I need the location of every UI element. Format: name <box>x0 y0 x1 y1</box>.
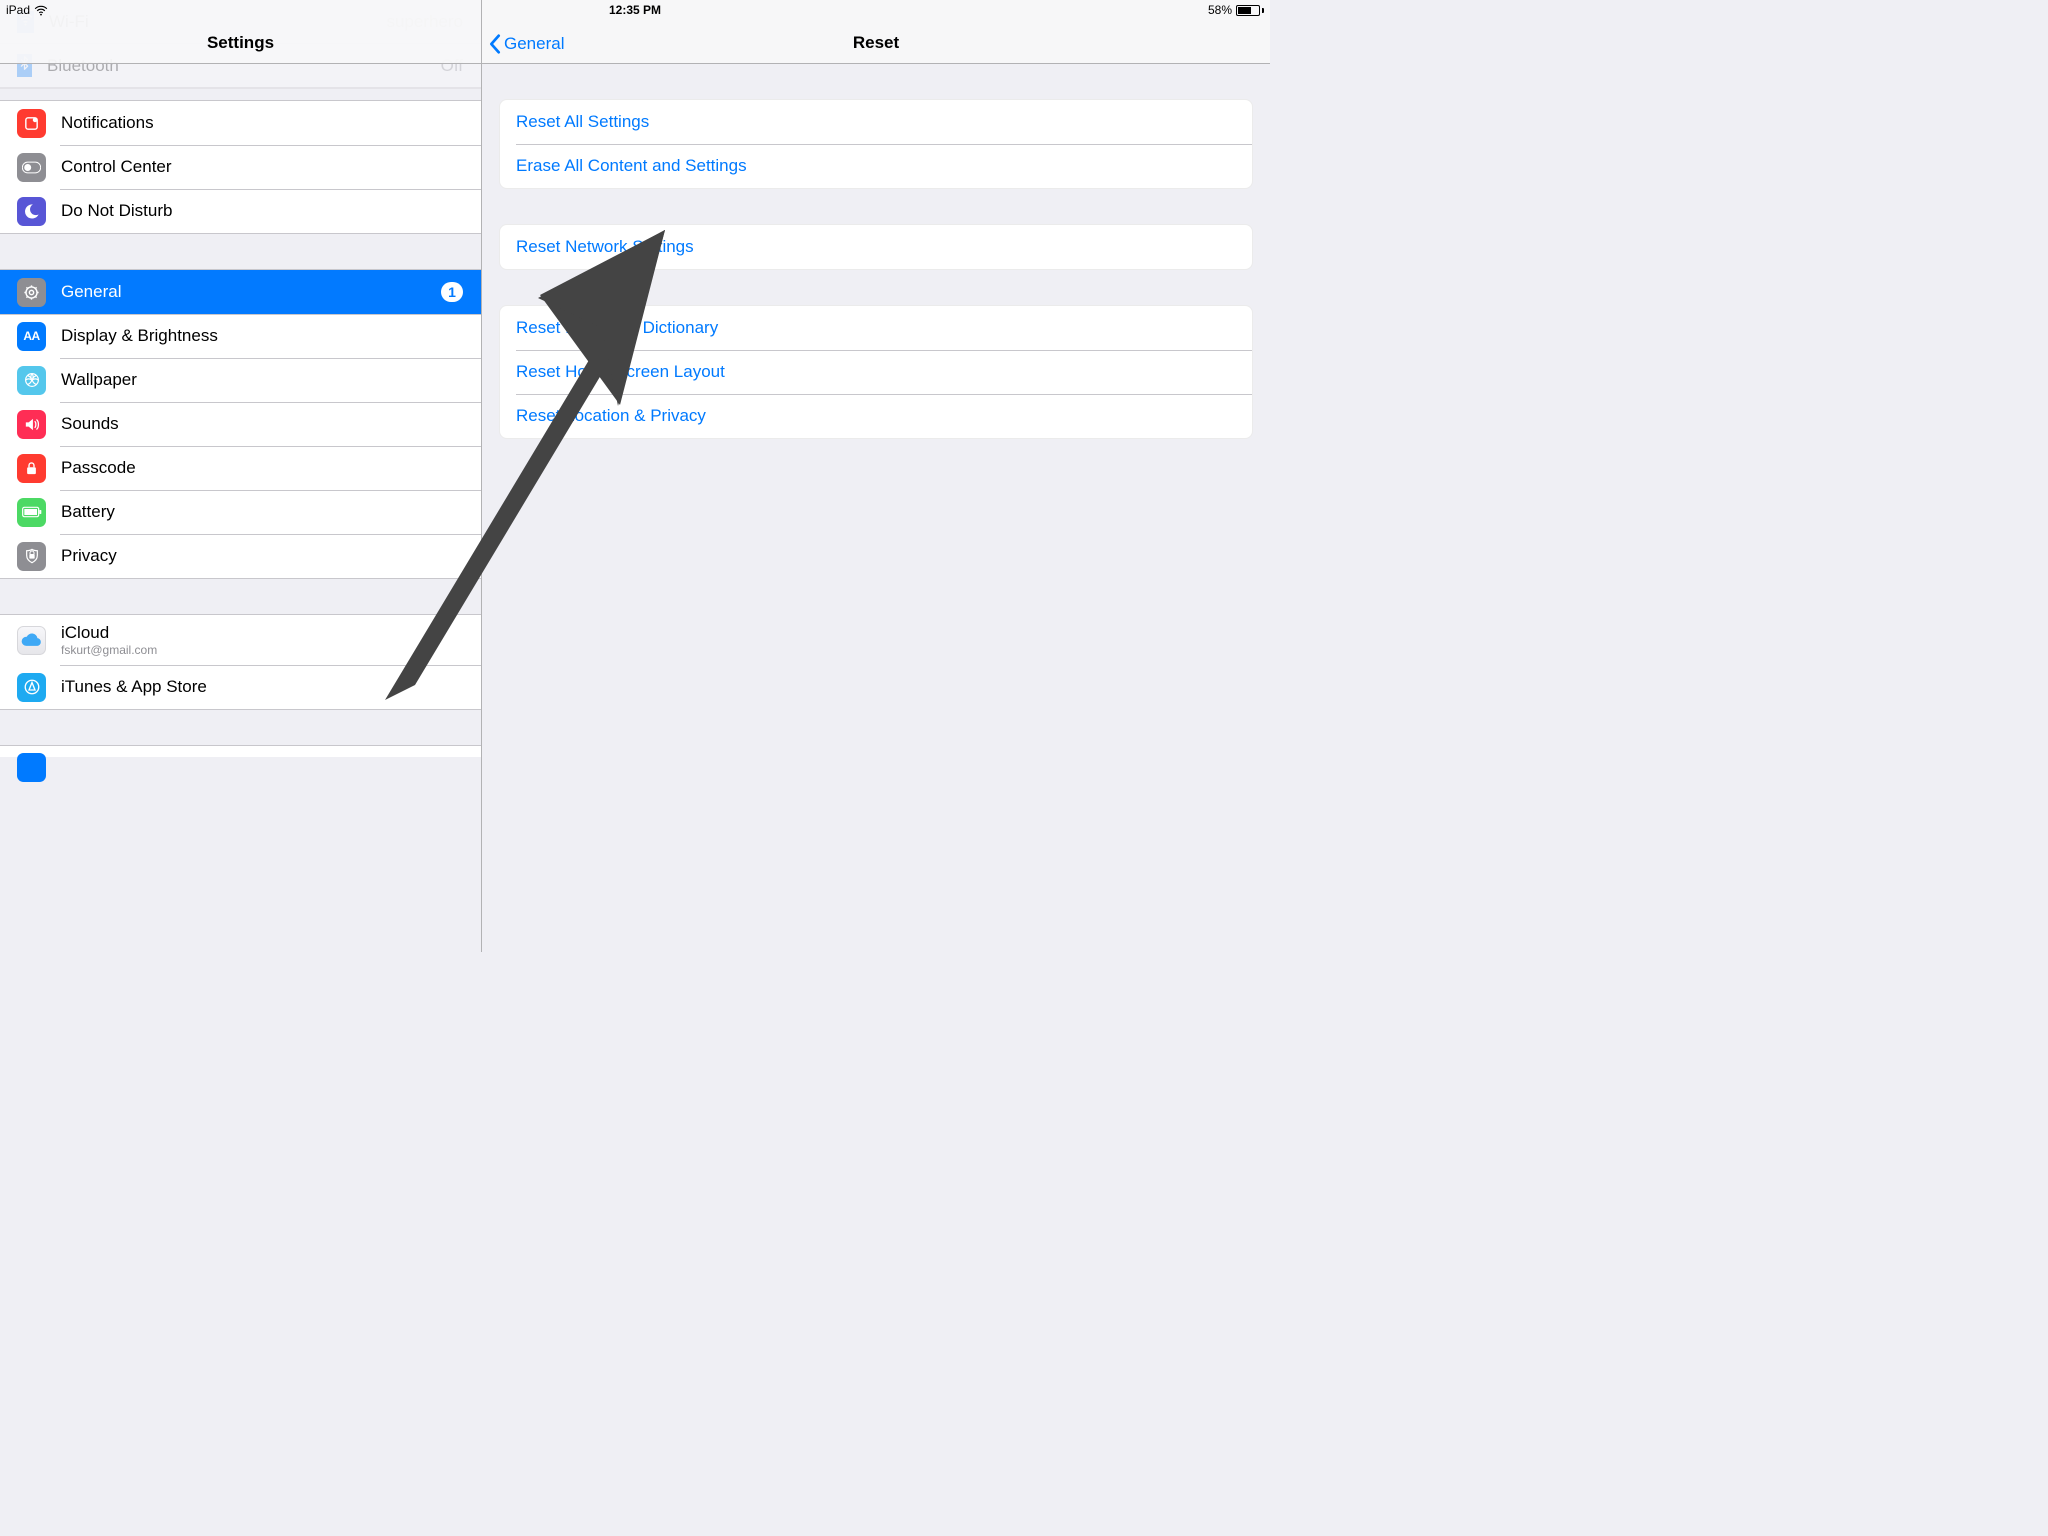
general-badge: 1 <box>441 282 463 302</box>
privacy-icon <box>17 542 46 571</box>
row-label: Reset Location & Privacy <box>516 406 706 426</box>
reset-keyboard-button[interactable]: Reset Keyboard Dictionary <box>500 306 1252 350</box>
notifications-icon <box>17 109 46 138</box>
sidebar-group-device: General 1 AA Display & Brightness Wallpa… <box>0 269 481 579</box>
battery-icon <box>1236 5 1264 16</box>
back-button[interactable]: General <box>488 33 564 55</box>
sounds-icon <box>17 410 46 439</box>
passcode-icon <box>17 454 46 483</box>
sidebar-item-wallpaper[interactable]: Wallpaper <box>0 358 481 402</box>
battery-icon <box>17 498 46 527</box>
sidebar-item-label: Control Center <box>61 157 172 177</box>
sidebar-item-label: iCloud <box>61 623 157 643</box>
sidebar-group-alerts: Notifications Control Center Do Not Dist… <box>0 100 481 234</box>
sidebar-item-label: Wallpaper <box>61 370 137 390</box>
reset-location-button[interactable]: Reset Location & Privacy <box>500 394 1252 438</box>
icloud-account-email: fskurt@gmail.com <box>61 643 157 657</box>
sidebar-group-account: iCloud fskurt@gmail.com iTunes & App Sto… <box>0 614 481 710</box>
control-center-icon <box>17 153 46 182</box>
display-icon: AA <box>17 322 46 351</box>
sidebar-item-privacy[interactable]: Privacy <box>0 534 481 578</box>
gear-icon <box>17 278 46 307</box>
sidebar-item-label: Notifications <box>61 113 154 133</box>
icloud-icon <box>17 626 46 655</box>
sidebar-item-display[interactable]: AA Display & Brightness <box>0 314 481 358</box>
sidebar-item-battery[interactable]: Battery <box>0 490 481 534</box>
row-label: Erase All Content and Settings <box>516 156 747 176</box>
sidebar-item-label: iTunes & App Store <box>61 677 207 697</box>
sidebar-item-label: General <box>61 282 121 302</box>
row-label: Reset Keyboard Dictionary <box>516 318 718 338</box>
sidebar-item-control-center[interactable]: Control Center <box>0 145 481 189</box>
detail-title: Reset <box>853 33 899 53</box>
reset-home-button[interactable]: Reset Home Screen Layout <box>500 350 1252 394</box>
erase-all-content-button[interactable]: Erase All Content and Settings <box>500 144 1252 188</box>
detail-pane: General Reset Reset All Settings Erase A… <box>482 0 1270 952</box>
sidebar-item-label: Display & Brightness <box>61 326 218 346</box>
row-label: Reset Home Screen Layout <box>516 362 725 382</box>
chevron-left-icon <box>488 33 502 55</box>
sidebar-list[interactable]: Notifications Control Center Do Not Dist… <box>0 64 481 952</box>
device-label: iPad <box>6 3 30 17</box>
row-label: Reset Network Settings <box>516 237 694 257</box>
clock: 12:35 PM <box>609 3 661 17</box>
sidebar-item-label: Do Not Disturb <box>61 201 172 221</box>
battery-percentage: 58% <box>1208 3 1232 17</box>
sidebar-title: Settings <box>207 33 274 53</box>
sidebar-item-sounds[interactable]: Sounds <box>0 402 481 446</box>
sidebar-item-label: Passcode <box>61 458 136 478</box>
dnd-icon <box>17 197 46 226</box>
app-store-icon <box>17 673 46 702</box>
reset-network-button[interactable]: Reset Network Settings <box>500 225 1252 269</box>
sidebar-item-label: Battery <box>61 502 115 522</box>
sidebar-item-notifications[interactable]: Notifications <box>0 101 481 145</box>
sidebar-item-dnd[interactable]: Do Not Disturb <box>0 189 481 233</box>
sidebar-item-label: Sounds <box>61 414 119 434</box>
reset-all-settings-button[interactable]: Reset All Settings <box>500 100 1252 144</box>
wallpaper-icon <box>17 366 46 395</box>
reset-group-1: Reset All Settings Erase All Content and… <box>499 99 1253 189</box>
sidebar-item-passcode[interactable]: Passcode <box>0 446 481 490</box>
row-label: Reset All Settings <box>516 112 649 132</box>
settings-sidebar: Wi-Fi superhero Bluetooth Off Settings <box>0 0 482 952</box>
back-label: General <box>504 34 564 54</box>
sidebar-item-itunes[interactable]: iTunes & App Store <box>0 665 481 709</box>
reset-group-3: Reset Keyboard Dictionary Reset Home Scr… <box>499 305 1253 439</box>
unknown-icon <box>17 753 46 782</box>
detail-content: Reset All Settings Erase All Content and… <box>482 64 1270 952</box>
reset-group-2: Reset Network Settings <box>499 224 1253 270</box>
sidebar-item-label: Privacy <box>61 546 117 566</box>
sidebar-group-peek <box>0 745 481 757</box>
sidebar-item-icloud[interactable]: iCloud fskurt@gmail.com <box>0 615 481 665</box>
wifi-status-icon <box>34 5 48 16</box>
sidebar-item-general[interactable]: General 1 <box>0 270 481 314</box>
